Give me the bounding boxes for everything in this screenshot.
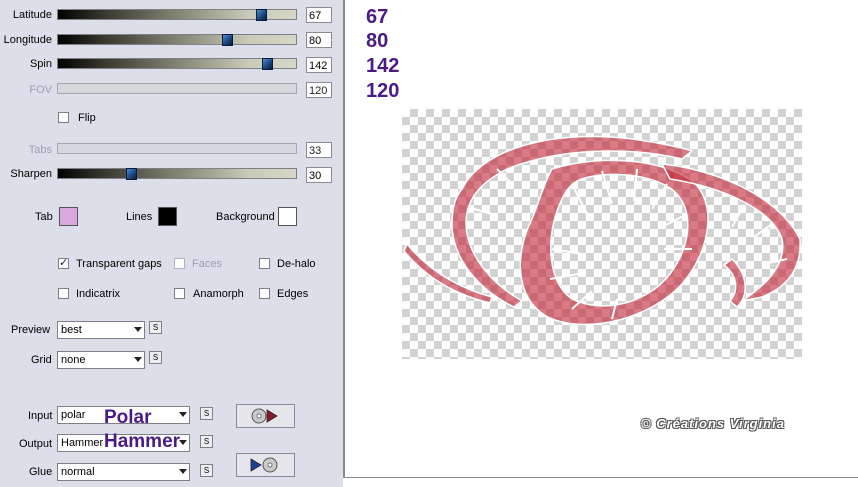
lines-color-swatch[interactable] [158, 207, 177, 226]
flip-checkbox[interactable] [58, 112, 69, 123]
apply-reverse-button[interactable] [236, 453, 295, 477]
annotation-value-spin: 142 [366, 55, 400, 77]
sharpen-label: Sharpen [10, 168, 52, 180]
input-annotation: Polar [104, 407, 152, 428]
fov-slider [57, 83, 297, 94]
indicatrix-label: Indicatrix [76, 288, 121, 300]
credit-watermark: © Créations Virginia [641, 416, 785, 431]
grid-s-button[interactable]: S [149, 351, 162, 364]
glue-s-button[interactable]: S [200, 464, 213, 477]
latitude-label: Latitude [12, 9, 52, 21]
chevron-down-icon [134, 357, 142, 362]
apply-forward-button[interactable] [236, 404, 295, 428]
sharpen-slider[interactable] [57, 168, 297, 180]
longitude-thumb[interactable] [222, 34, 233, 46]
faces-label: Faces [192, 258, 222, 270]
fov-value: 120 [306, 82, 332, 98]
preview-canvas [402, 109, 802, 359]
play-disc-icon [250, 457, 278, 473]
spin-label: Spin [29, 58, 52, 70]
edges-checkbox[interactable] [259, 288, 270, 299]
longitude-label: Longitude [3, 34, 52, 46]
glue-label: Glue [29, 466, 53, 478]
indicatrix-checkbox[interactable] [58, 288, 69, 299]
longitude-value[interactable]: 80 [306, 32, 332, 48]
output-label: Output [19, 438, 53, 450]
lines-color-label: Lines [126, 211, 153, 223]
de-halo-checkbox[interactable] [259, 258, 270, 269]
preview-select[interactable]: best [57, 321, 145, 339]
preview-s-button[interactable]: S [149, 321, 162, 334]
annotation-value-longitude: 80 [366, 30, 389, 52]
input-value: polar [61, 409, 86, 421]
spin-value[interactable]: 142 [306, 57, 332, 73]
disc-play-icon [251, 408, 278, 424]
preview-bottom-border [343, 477, 858, 478]
grid-value: none [61, 354, 86, 366]
settings-panel: Latitude 67 Longitude 80 Spin 142 FOV 12… [0, 0, 343, 487]
edges-label: Edges [277, 288, 309, 300]
tab-color-label: Tab [35, 211, 53, 223]
tabs-value: 33 [306, 142, 332, 158]
spin-thumb[interactable] [262, 58, 273, 70]
chevron-down-icon [134, 327, 142, 332]
grid-select[interactable]: none [57, 351, 145, 369]
tabs-label: Tabs [28, 144, 52, 156]
ribbon-preview-image [403, 135, 801, 326]
annotation-value-fov: 120 [366, 80, 400, 102]
de-halo-label: De-halo [277, 258, 316, 270]
transparent-gaps-checkbox[interactable] [58, 256, 69, 269]
fov-label: FOV [29, 84, 52, 96]
background-color-label: Background [216, 211, 275, 223]
chevron-down-icon [179, 440, 187, 445]
chevron-down-icon [179, 412, 187, 417]
preview-label: Preview [11, 324, 51, 336]
preview-value: best [61, 324, 82, 336]
background-color-swatch[interactable] [278, 207, 297, 226]
spin-slider[interactable] [57, 58, 297, 70]
tab-color-swatch[interactable] [59, 207, 78, 226]
transparent-gaps-label: Transparent gaps [76, 258, 162, 270]
latitude-thumb[interactable] [256, 9, 267, 21]
output-annotation: Hammer [104, 431, 181, 452]
sharpen-value[interactable]: 30 [306, 167, 332, 183]
latitude-slider[interactable] [57, 9, 297, 21]
faces-checkbox [174, 258, 185, 269]
sharpen-thumb[interactable] [126, 168, 137, 180]
tabs-slider [57, 143, 297, 154]
glue-select[interactable]: normal [57, 463, 190, 481]
input-label: Input [28, 410, 53, 422]
input-s-button[interactable]: S [200, 407, 213, 420]
grid-label: Grid [31, 354, 52, 366]
flip-label: Flip [78, 112, 96, 124]
anamorph-checkbox[interactable] [174, 288, 185, 299]
latitude-value[interactable]: 67 [306, 7, 332, 23]
output-value: Hammer [61, 437, 104, 449]
output-s-button[interactable]: S [200, 435, 213, 448]
longitude-slider[interactable] [57, 34, 297, 46]
anamorph-label: Anamorph [193, 288, 244, 300]
annotation-value-latitude: 67 [366, 6, 389, 28]
chevron-down-icon [179, 469, 187, 474]
glue-value: normal [61, 466, 95, 478]
